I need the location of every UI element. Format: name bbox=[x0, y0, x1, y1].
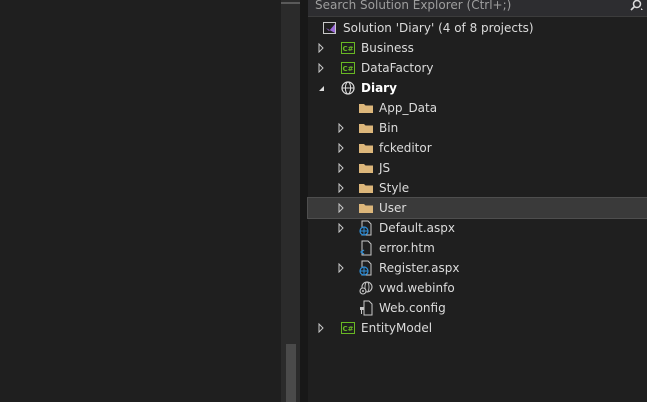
solution-tree: Solution 'Diary' (4 of 8 projects) C# Bu… bbox=[307, 18, 647, 338]
tree-item-label: JS bbox=[379, 161, 391, 175]
csharp-project-icon: C# bbox=[340, 60, 356, 76]
tree-item-diary[interactable]: Diary bbox=[308, 78, 647, 98]
vertical-scrollbar[interactable] bbox=[281, 0, 300, 402]
tree-item-label: Diary bbox=[361, 81, 397, 95]
web-project-globe-icon bbox=[340, 80, 356, 96]
folder-icon bbox=[358, 100, 374, 116]
search-input[interactable] bbox=[308, 0, 625, 13]
tree-item-user[interactable]: User bbox=[307, 197, 647, 219]
config-file-icon bbox=[358, 300, 374, 316]
aspx-page-icon bbox=[358, 220, 374, 236]
tree-item-label: App_Data bbox=[379, 101, 438, 115]
search-button[interactable] bbox=[625, 0, 647, 13]
expand-arrow-icon[interactable] bbox=[335, 258, 347, 278]
csharp-project-icon: C# bbox=[340, 40, 356, 56]
tree-item-entitymodel[interactable]: C# EntityModel bbox=[308, 318, 647, 338]
svg-text:C#: C# bbox=[342, 65, 353, 73]
expand-arrow-icon[interactable] bbox=[315, 58, 327, 78]
search-icon bbox=[630, 0, 643, 11]
tree-item-label: User bbox=[379, 201, 407, 215]
tree-item-error-htm[interactable]: error.htm bbox=[308, 238, 647, 258]
tree-item-label: Style bbox=[379, 181, 410, 195]
expand-arrow-icon[interactable] bbox=[335, 178, 347, 198]
expand-arrow-icon[interactable] bbox=[315, 38, 327, 58]
folder-icon bbox=[358, 140, 374, 156]
expand-arrow-icon[interactable] bbox=[315, 318, 327, 338]
folder-icon bbox=[358, 180, 374, 196]
tree-item-business[interactable]: C# Business bbox=[308, 38, 647, 58]
tree-item-web-config[interactable]: Web.config bbox=[308, 298, 647, 318]
tree-item-fckeditor[interactable]: fckeditor bbox=[308, 138, 647, 158]
tree-item-label: EntityModel bbox=[361, 321, 433, 335]
tree-item-label: vwd.webinfo bbox=[379, 281, 455, 295]
tree-item-label: Web.config bbox=[379, 301, 446, 315]
panel-divider[interactable] bbox=[300, 0, 308, 402]
tree-item-default-aspx[interactable]: Default.aspx bbox=[308, 218, 647, 238]
svg-text:C#: C# bbox=[342, 325, 353, 333]
solution-explorer-search bbox=[308, 0, 647, 17]
scrollbar-thumb[interactable] bbox=[286, 344, 296, 402]
tree-item-label: Register.aspx bbox=[379, 261, 460, 275]
svg-text:C#: C# bbox=[342, 45, 353, 53]
expand-arrow-icon[interactable] bbox=[335, 138, 347, 158]
html-page-icon bbox=[358, 240, 374, 256]
tree-item-label: error.htm bbox=[379, 241, 435, 255]
tree-item-vwd-webinfo[interactable]: vwd.webinfo bbox=[308, 278, 647, 298]
tree-item-bin[interactable]: Bin bbox=[308, 118, 647, 138]
collapse-arrow-icon[interactable] bbox=[315, 78, 327, 98]
tree-item-label: Business bbox=[361, 41, 414, 55]
folder-icon bbox=[358, 200, 374, 216]
expand-arrow-icon[interactable] bbox=[335, 218, 347, 238]
scrollbar-top-marker bbox=[281, 2, 300, 4]
tree-item-label: fckeditor bbox=[379, 141, 432, 155]
tree-item-label: Bin bbox=[379, 121, 399, 135]
tree-item-solution[interactable]: Solution 'Diary' (4 of 8 projects) bbox=[308, 18, 647, 38]
folder-icon bbox=[358, 160, 374, 176]
tree-item-style[interactable]: Style bbox=[308, 178, 647, 198]
web-settings-icon bbox=[358, 280, 374, 296]
editor-area bbox=[0, 0, 281, 402]
expand-arrow-icon[interactable] bbox=[335, 118, 347, 138]
tree-item-datafactory[interactable]: C# DataFactory bbox=[308, 58, 647, 78]
folder-icon bbox=[358, 120, 374, 136]
tree-item-label: Solution 'Diary' (4 of 8 projects) bbox=[343, 21, 534, 35]
aspx-page-icon bbox=[358, 260, 374, 276]
expand-arrow-icon[interactable] bbox=[335, 198, 347, 218]
tree-item-label: DataFactory bbox=[361, 61, 434, 75]
tree-item-label: Default.aspx bbox=[379, 221, 455, 235]
tree-item-register-aspx[interactable]: Register.aspx bbox=[308, 258, 647, 278]
solution-icon bbox=[322, 20, 338, 36]
expand-arrow-icon[interactable] bbox=[335, 158, 347, 178]
csharp-project-icon: C# bbox=[340, 320, 356, 336]
tree-item-app-data[interactable]: App_Data bbox=[308, 98, 647, 118]
tree-item-js[interactable]: JS bbox=[308, 158, 647, 178]
